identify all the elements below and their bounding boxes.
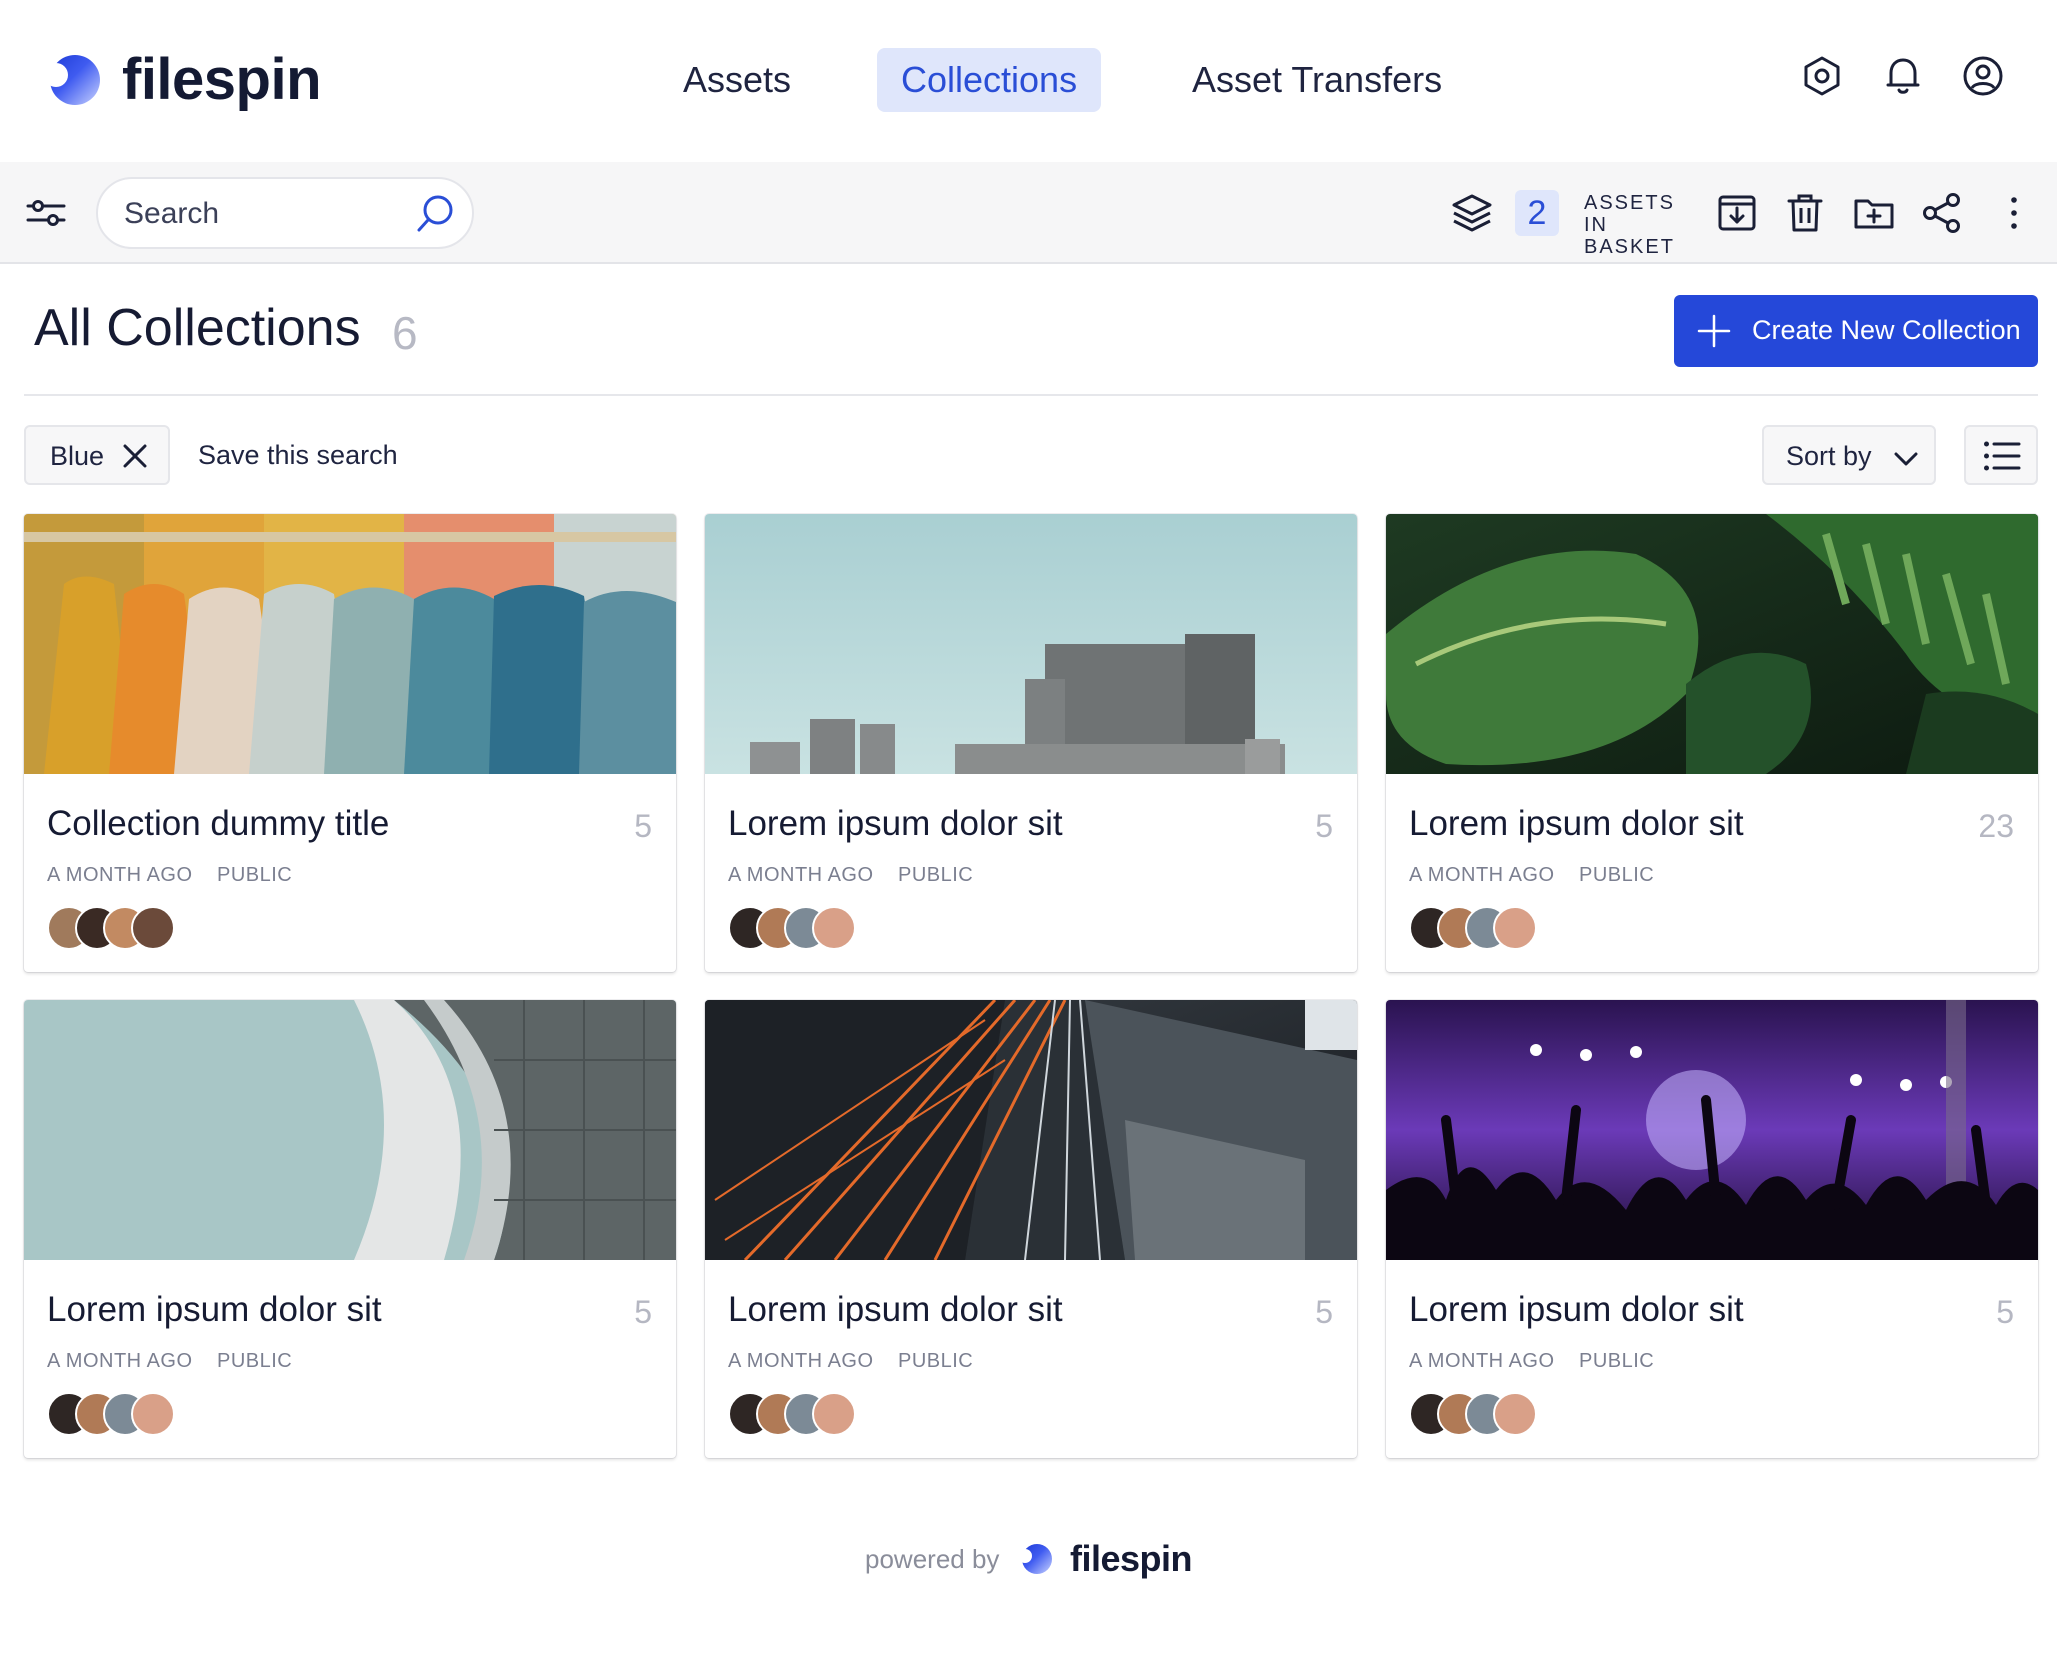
collaborator-avatars xyxy=(728,1392,928,1438)
page-title: All Collections xyxy=(34,298,361,358)
collection-visibility: PUBLIC xyxy=(217,864,292,887)
collection-title: Lorem ipsum dolor sit xyxy=(728,804,1063,844)
collections-count: 6 xyxy=(392,306,418,360)
collection-thumbnail-glass-skyscraper xyxy=(705,1000,1357,1260)
collaborator-avatars xyxy=(1409,906,1609,952)
collection-visibility: PUBLIC xyxy=(217,1350,292,1373)
user-circle-icon[interactable] xyxy=(1961,54,2005,98)
collection-visibility: PUBLIC xyxy=(898,1350,973,1373)
collection-card[interactable]: Lorem ipsum dolor sit 5 A MONTH AGO PUBL… xyxy=(705,514,1357,972)
save-search-link[interactable]: Save this search xyxy=(198,440,398,471)
collection-title: Lorem ipsum dolor sit xyxy=(1409,804,1744,844)
basket-label-line1: ASSETS IN xyxy=(1584,192,1704,236)
collection-date: A MONTH AGO xyxy=(47,864,193,887)
app-header: filespin Assets Collections Asset Transf… xyxy=(0,0,2057,162)
collection-title: Lorem ipsum dolor sit xyxy=(728,1290,1063,1330)
collection-thumbnail-curved-architecture xyxy=(24,1000,676,1260)
main-nav: Assets Collections Asset Transfers xyxy=(0,48,2057,112)
collection-date: A MONTH AGO xyxy=(728,864,874,887)
settings-hex-icon[interactable] xyxy=(1800,54,1844,98)
search-input[interactable] xyxy=(124,193,404,235)
avatar[interactable] xyxy=(1493,1392,1537,1436)
collection-asset-count: 5 xyxy=(634,1294,652,1331)
avatar[interactable] xyxy=(1493,906,1537,950)
divider xyxy=(24,394,2038,396)
collection-asset-count: 5 xyxy=(634,808,652,845)
layers-icon[interactable] xyxy=(1450,191,1494,235)
more-vertical-icon[interactable] xyxy=(1992,191,2036,235)
collaborator-avatars xyxy=(47,906,247,952)
filter-chip-blue: Blue xyxy=(24,425,170,485)
collaborator-avatars xyxy=(728,906,928,952)
powered-by-text: powered by xyxy=(865,1544,999,1575)
trash-icon[interactable] xyxy=(1783,191,1827,235)
collection-title: Lorem ipsum dolor sit xyxy=(47,1290,382,1330)
filespin-logo-mark-icon xyxy=(1022,1544,1052,1574)
collection-thumbnail-concrete-building xyxy=(705,514,1357,774)
collection-date: A MONTH AGO xyxy=(728,1350,874,1373)
plus-icon xyxy=(1696,313,1732,349)
list-icon xyxy=(1983,439,2021,473)
collection-visibility: PUBLIC xyxy=(1579,1350,1654,1373)
sort-by-dropdown[interactable]: Sort by xyxy=(1762,425,1936,485)
chevron-down-icon xyxy=(1892,445,1920,473)
collection-title: Lorem ipsum dolor sit xyxy=(1409,1290,1744,1330)
collection-asset-count: 23 xyxy=(1978,808,2014,845)
avatar[interactable] xyxy=(812,906,856,950)
collection-date: A MONTH AGO xyxy=(1409,864,1555,887)
footer-wordmark: filespin xyxy=(1070,1538,1192,1580)
bell-icon[interactable] xyxy=(1881,54,1925,98)
collaborator-avatars xyxy=(47,1392,247,1438)
collection-card[interactable]: Lorem ipsum dolor sit 5 A MONTH AGO PUBL… xyxy=(24,1000,676,1458)
collection-card[interactable]: Lorem ipsum dolor sit 5 A MONTH AGO PUBL… xyxy=(1386,1000,2038,1458)
toolbar: 2 ASSETS IN BASKET xyxy=(0,162,2057,264)
collection-visibility: PUBLIC xyxy=(1579,864,1654,887)
tab-collections[interactable]: Collections xyxy=(877,48,1101,112)
avatar[interactable] xyxy=(131,1392,175,1436)
collection-asset-count: 5 xyxy=(1315,808,1333,845)
download-box-icon[interactable] xyxy=(1715,191,1759,235)
basket-count-badge[interactable]: 2 xyxy=(1515,190,1559,236)
search-box xyxy=(96,177,474,249)
basket-label: ASSETS IN BASKET xyxy=(1584,192,1704,258)
list-view-toggle[interactable] xyxy=(1964,425,2038,485)
close-icon[interactable] xyxy=(120,441,150,471)
create-new-collection-button[interactable]: Create New Collection xyxy=(1674,295,2038,367)
collaborator-avatars xyxy=(1409,1392,1609,1438)
avatar[interactable] xyxy=(812,1392,856,1436)
collection-card[interactable]: Collection dummy title 5 A MONTH AGO PUB… xyxy=(24,514,676,972)
avatar[interactable] xyxy=(131,906,175,950)
collection-title: Collection dummy title xyxy=(47,804,389,844)
share-icon[interactable] xyxy=(1920,191,1964,235)
tab-asset-transfers[interactable]: Asset Transfers xyxy=(1168,48,1466,112)
collection-thumbnail-concert-crowd xyxy=(1386,1000,2038,1260)
folder-plus-icon[interactable] xyxy=(1852,191,1896,235)
collection-date: A MONTH AGO xyxy=(47,1350,193,1373)
collection-asset-count: 5 xyxy=(1315,1294,1333,1331)
filter-sliders-icon[interactable] xyxy=(26,196,66,230)
filter-chip-label: Blue xyxy=(50,441,104,472)
sort-by-label: Sort by xyxy=(1786,441,1872,472)
collection-thumbnail-tropical-leaves xyxy=(1386,514,2038,774)
create-new-collection-label: Create New Collection xyxy=(1752,315,2021,346)
search-icon[interactable] xyxy=(414,193,456,235)
collection-asset-count: 5 xyxy=(1996,1294,2014,1331)
collection-card[interactable]: Lorem ipsum dolor sit 23 A MONTH AGO PUB… xyxy=(1386,514,2038,972)
tab-assets[interactable]: Assets xyxy=(659,48,815,112)
collection-thumbnail-clothes-rack xyxy=(24,514,676,774)
collection-visibility: PUBLIC xyxy=(898,864,973,887)
collection-card[interactable]: Lorem ipsum dolor sit 5 A MONTH AGO PUBL… xyxy=(705,1000,1357,1458)
basket-label-line2: BASKET xyxy=(1584,236,1704,258)
footer-logo[interactable]: filespin xyxy=(1022,1538,1192,1580)
collection-date: A MONTH AGO xyxy=(1409,1350,1555,1373)
